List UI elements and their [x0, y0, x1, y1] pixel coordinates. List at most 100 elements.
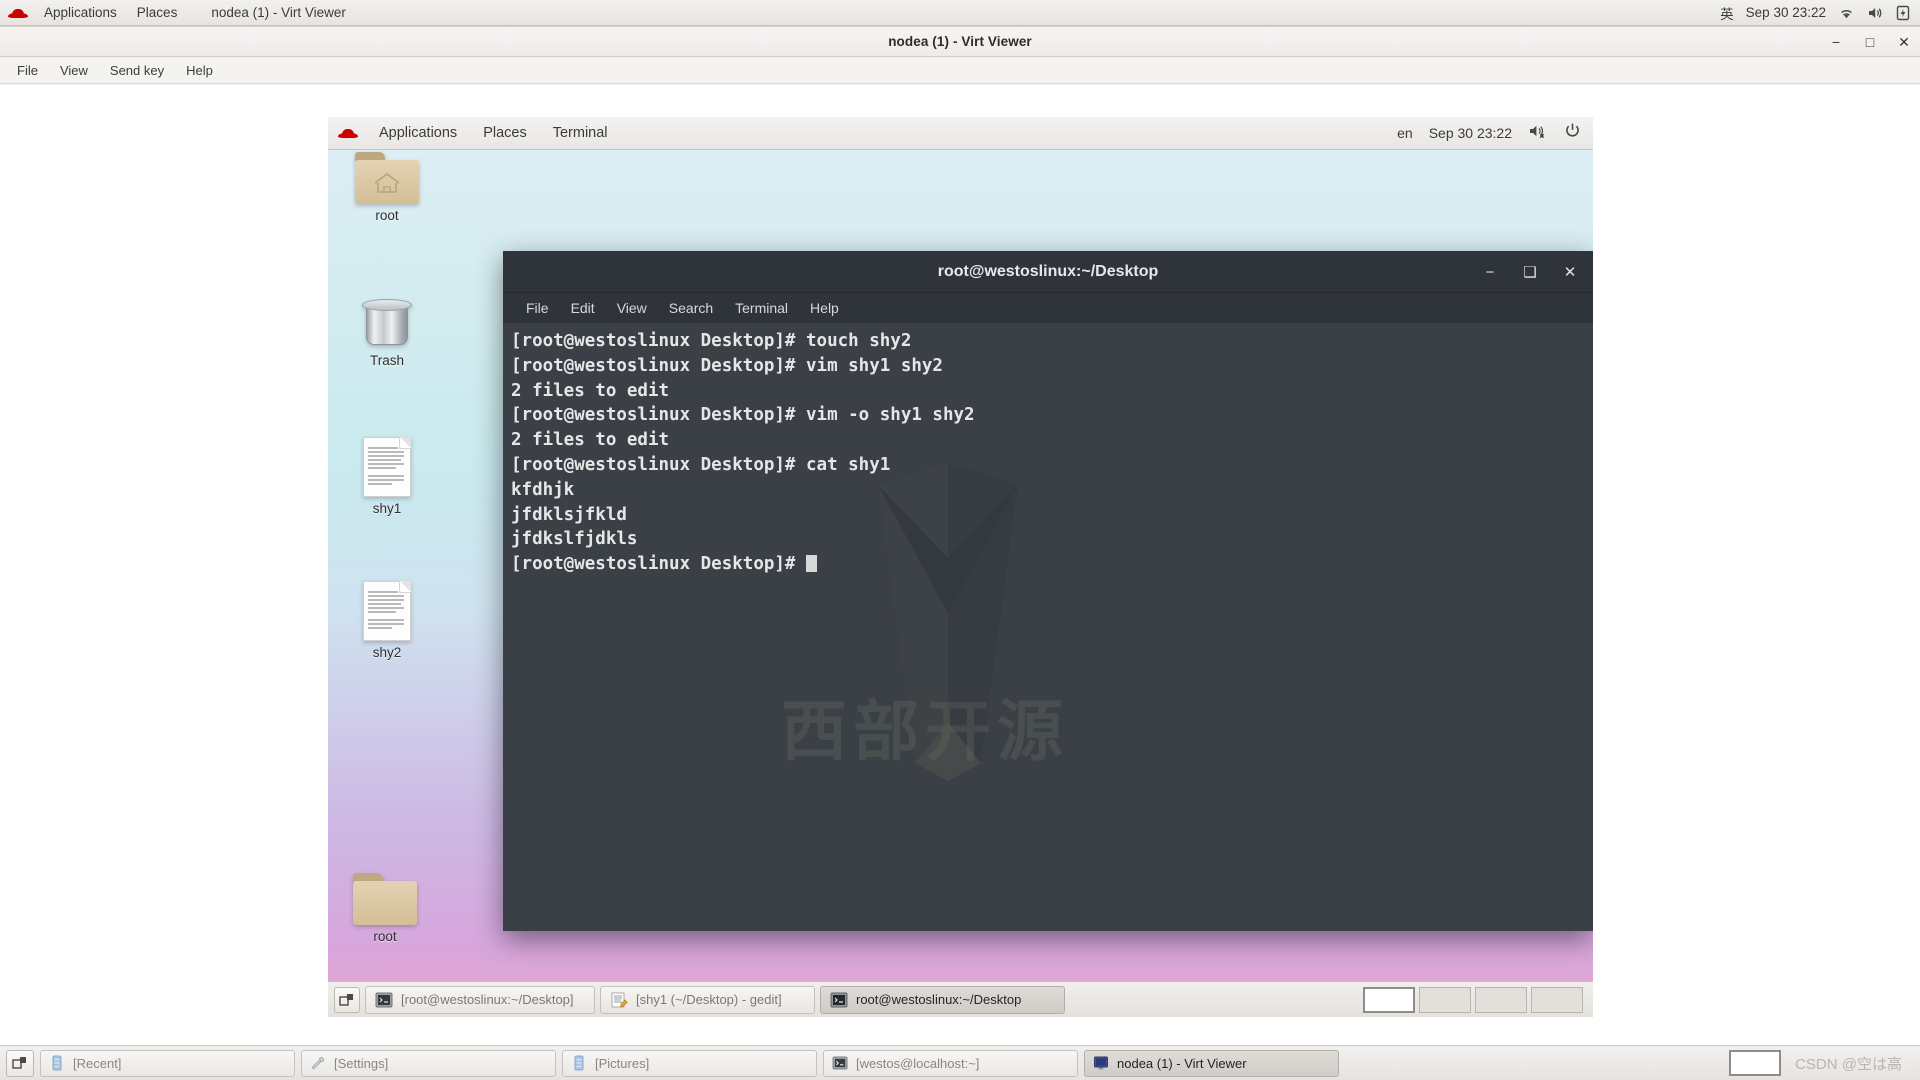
host-menu-applications[interactable]: Applications: [34, 3, 127, 22]
terminal-window-controls: − ❑ ✕: [1481, 251, 1587, 293]
terminal-icon: [832, 1056, 848, 1070]
show-desktop-button[interactable]: [334, 986, 360, 1013]
terminal-output-line: 2 files to edit: [511, 380, 670, 401]
desktop-icon-shy1[interactable]: shy1: [341, 437, 433, 516]
terminal-menu-edit[interactable]: Edit: [560, 297, 606, 319]
terminal-prompt-line: [root@westoslinux Desktop]# touch shy2: [511, 331, 912, 351]
vm-screen: Applications Places Terminal en Sep 30 2…: [328, 117, 1593, 1017]
close-icon: ✕: [1898, 34, 1910, 50]
volume-muted-icon[interactable]: [1528, 123, 1548, 144]
vm-task-terminal-active[interactable]: root@westoslinux:~/Desktop: [820, 985, 1065, 1014]
folder-icon: [353, 873, 417, 925]
terminal-minimize-button[interactable]: −: [1481, 263, 1499, 281]
terminal-titlebar[interactable]: root@westoslinux:~/Desktop − ❑ ✕: [503, 251, 1593, 293]
vm-system-tray: en Sep 30 23:22: [1397, 122, 1593, 144]
host-clock[interactable]: Sep 30 23:22: [1746, 5, 1826, 20]
files-icon: [52, 1055, 62, 1071]
virt-viewer-titlebar[interactable]: nodea (1) - Virt Viewer − □ ✕: [0, 27, 1920, 57]
vm-task-terminal-1[interactable]: [root@westoslinux:~/Desktop]: [365, 985, 595, 1014]
host-task-label: nodea (1) - Virt Viewer: [1117, 1055, 1247, 1071]
terminal-close-button[interactable]: ✕: [1561, 263, 1579, 281]
close-button[interactable]: ✕: [1894, 32, 1914, 52]
minimize-icon: −: [1831, 34, 1841, 50]
files-icon: [574, 1055, 584, 1071]
gedit-icon: [611, 992, 628, 1007]
vm-taskbar: [root@westoslinux:~/Desktop] [shy1 (~/De…: [328, 981, 1593, 1017]
desktop-icon-label: root: [375, 208, 399, 223]
desktop-icon-label: shy1: [372, 501, 402, 516]
vm-clock[interactable]: Sep 30 23:22: [1429, 125, 1512, 141]
desktop-icon-root-folder[interactable]: root: [339, 873, 431, 944]
minimize-button[interactable]: −: [1826, 32, 1846, 52]
terminal-prompt-line: [root@westoslinux Desktop]#: [507, 552, 1593, 577]
host-task-label: [Recent]: [73, 1055, 122, 1071]
maximize-icon: □: [1865, 34, 1875, 50]
virt-viewer-window-controls: − □ ✕: [1826, 27, 1914, 57]
terminal-lines: [root@westoslinux Desktop]# touch shy2 [r…: [507, 329, 1593, 577]
vm-menu-terminal[interactable]: Terminal: [540, 121, 621, 145]
keyboard-layout-indicator[interactable]: en: [1397, 125, 1413, 141]
vm-menu-applications[interactable]: Applications: [366, 121, 470, 145]
volume-icon[interactable]: [1867, 6, 1884, 20]
host-show-desktop-button[interactable]: [6, 1049, 34, 1077]
host-menu-places[interactable]: Places: [127, 3, 188, 22]
vv-menu-file[interactable]: File: [6, 60, 49, 81]
terminal-menu-help[interactable]: Help: [799, 297, 850, 319]
vm-task-label: root@westoslinux:~/Desktop: [856, 992, 1022, 1007]
host-task-recent[interactable]: [Recent]: [40, 1049, 295, 1077]
host-task-settings[interactable]: [Settings]: [301, 1049, 556, 1077]
terminal-icon: [830, 992, 848, 1007]
maximize-button[interactable]: □: [1860, 32, 1880, 52]
vm-menu-places[interactable]: Places: [470, 121, 540, 145]
desktop-icon-label: shy2: [372, 645, 402, 660]
terminal-menu-search[interactable]: Search: [658, 297, 724, 319]
host-active-window-title[interactable]: nodea (1) - Virt Viewer: [201, 3, 356, 22]
vm-stage: Applications Places Terminal en Sep 30 2…: [0, 85, 1920, 1046]
host-workspace-1[interactable]: [1729, 1050, 1782, 1076]
vm-workspace-3[interactable]: [1475, 986, 1527, 1013]
terminal-menubar: File Edit View Search Terminal Help: [503, 293, 1593, 323]
gnome-terminal-window: root@westoslinux:~/Desktop − ❑ ✕ File Ed…: [503, 251, 1593, 931]
westos-watermark-text: 西部开源: [781, 693, 1069, 770]
vm-workspace-1[interactable]: [1363, 986, 1415, 1013]
wifi-icon[interactable]: [1838, 6, 1855, 20]
desktop-icon-label: Trash: [369, 353, 404, 368]
terminal-menu-terminal[interactable]: Terminal: [724, 297, 799, 319]
vm-top-panel: Applications Places Terminal en Sep 30 2…: [328, 117, 1593, 150]
battery-icon[interactable]: [1896, 5, 1910, 21]
vv-menu-sendkey[interactable]: Send key: [99, 60, 175, 81]
desktop-icon-root-home[interactable]: root: [341, 152, 433, 223]
vm-workspace-2[interactable]: [1419, 986, 1471, 1013]
terminal-output-line: kfdhjk: [511, 479, 575, 500]
trash-icon: [360, 295, 414, 349]
terminal-maximize-button[interactable]: ❑: [1521, 263, 1539, 281]
host-task-pictures[interactable]: [Pictures]: [562, 1049, 817, 1077]
virt-viewer-menubar: File View Send key Help: [0, 57, 1920, 84]
input-method-indicator[interactable]: 英: [1720, 3, 1734, 23]
terminal-output-line: jfdkslfjdkls: [511, 529, 638, 550]
virt-viewer-icon: [1094, 1056, 1108, 1070]
host-task-virt-viewer[interactable]: nodea (1) - Virt Viewer: [1084, 1049, 1339, 1077]
desktop-icon-trash[interactable]: Trash: [341, 295, 433, 368]
csdn-watermark: CSDN @空は高: [1795, 1055, 1902, 1073]
host-task-westos-terminal[interactable]: [westos@localhost:~]: [823, 1049, 1078, 1077]
terminal-output-area[interactable]: 西部开源 [root@westoslinux Desktop]# touch s…: [503, 323, 1593, 931]
settings-icon: [311, 1056, 325, 1070]
terminal-menu-file[interactable]: File: [515, 297, 560, 319]
virt-viewer-title: nodea (1) - Virt Viewer: [888, 34, 1032, 49]
terminal-output-line: 2 files to edit: [511, 430, 670, 451]
power-icon[interactable]: [1564, 122, 1581, 144]
redhat-logo-icon: [338, 125, 358, 141]
redhat-logo-icon: [8, 5, 28, 21]
vm-workspace-4[interactable]: [1531, 986, 1583, 1013]
terminal-icon: [375, 992, 393, 1007]
terminal-title: root@westoslinux:~/Desktop: [937, 262, 1159, 280]
vv-menu-help[interactable]: Help: [175, 60, 224, 81]
terminal-prompt-line: [root@westoslinux Desktop]# vim -o shy1 …: [511, 405, 975, 426]
terminal-menu-view[interactable]: View: [606, 297, 658, 319]
host-system-tray: 英 Sep 30 23:22: [1720, 3, 1920, 23]
desktop-icon-shy2[interactable]: shy2: [341, 581, 433, 660]
vm-task-gedit[interactable]: [shy1 (~/Desktop) - gedit]: [600, 985, 815, 1014]
vm-task-label: [shy1 (~/Desktop) - gedit]: [636, 992, 782, 1007]
vv-menu-view[interactable]: View: [49, 60, 99, 81]
